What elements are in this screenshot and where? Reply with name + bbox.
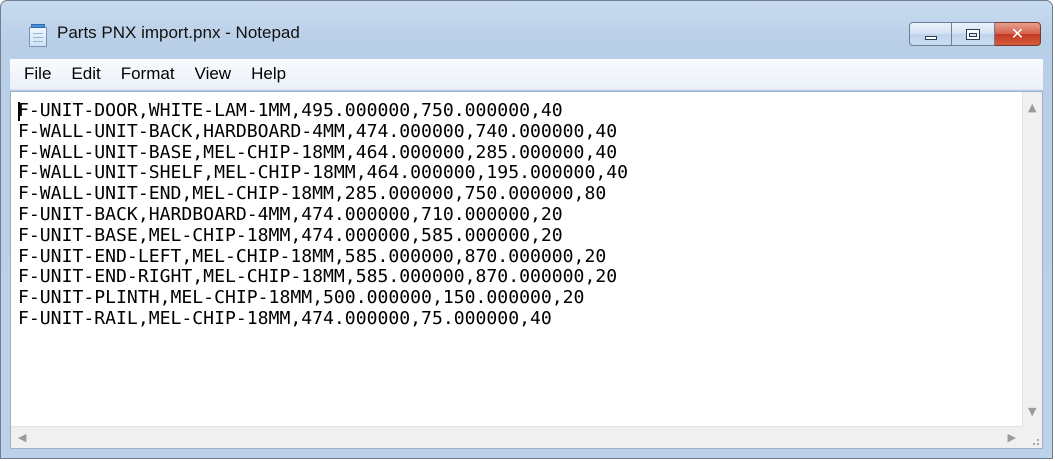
scroll-up-icon[interactable]: ▲	[1028, 102, 1036, 113]
text-line: F-WALL-UNIT-END,MEL-CHIP-18MM,285.000000…	[18, 183, 607, 205]
text-line: F-WALL-UNIT-BACK,HARDBOARD-4MM,474.00000…	[18, 120, 618, 142]
menu-file[interactable]: File	[14, 64, 61, 84]
scroll-down-icon[interactable]: ▼	[1028, 406, 1036, 417]
window-title: Parts PNX import.pnx - Notepad	[57, 23, 300, 42]
menu-help[interactable]: Help	[241, 64, 296, 84]
resize-grip-icon[interactable]	[1023, 427, 1042, 448]
text-line: F-UNIT-PLINTH,MEL-CHIP-18MM,500.000000,1…	[18, 287, 585, 309]
text-content[interactable]: F-UNIT-DOOR,WHITE-LAM-1MM,495.000000,750…	[18, 101, 1014, 420]
close-icon: ✕	[1010, 24, 1025, 43]
vertical-scrollbar[interactable]: ▲ ▼	[1022, 92, 1042, 427]
text-line: F-WALL-UNIT-BASE,MEL-CHIP-18MM,464.00000…	[18, 141, 618, 163]
scroll-left-icon[interactable]: ◀	[18, 432, 26, 443]
minimize-icon	[925, 36, 937, 40]
text-line: F-UNIT-END-LEFT,MEL-CHIP-18MM,585.000000…	[18, 245, 607, 267]
text-line: F-WALL-UNIT-SHELF,MEL-CHIP-18MM,464.0000…	[18, 162, 629, 184]
menu-bar: File Edit Format View Help	[10, 59, 1043, 90]
text-line: F-UNIT-BACK,HARDBOARD-4MM,474.000000,710…	[18, 203, 563, 225]
notepad-icon[interactable]	[29, 24, 47, 47]
text-line-content: F-UNIT-DOOR,WHITE-LAM-1MM,495.000000,750…	[18, 101, 563, 121]
minimize-button[interactable]	[909, 22, 952, 46]
text-editor[interactable]: F-UNIT-DOOR,WHITE-LAM-1MM,495.000000,750…	[10, 91, 1043, 449]
text-line: F-UNIT-BASE,MEL-CHIP-18MM,474.000000,585…	[18, 224, 563, 246]
scroll-right-icon[interactable]: ▶	[1008, 432, 1016, 443]
menu-edit[interactable]: Edit	[61, 64, 110, 84]
text-line: F-UNIT-END-RIGHT,MEL-CHIP-18MM,585.00000…	[18, 266, 618, 288]
title-bar[interactable]: Parts PNX import.pnx - Notepad ✕	[1, 1, 1052, 59]
close-button[interactable]: ✕	[995, 22, 1041, 46]
caption-buttons: ✕	[909, 22, 1041, 46]
menu-view[interactable]: View	[185, 64, 242, 84]
text-line: F-UNIT-DOOR,WHITE-LAM-1MM,495.000000,750…	[18, 101, 1014, 122]
menu-format[interactable]: Format	[111, 64, 185, 84]
horizontal-scrollbar[interactable]: ◀ ▶	[11, 426, 1023, 448]
maximize-button[interactable]	[952, 22, 995, 46]
text-caret	[18, 102, 20, 121]
notepad-window: Parts PNX import.pnx - Notepad ✕ File Ed…	[0, 0, 1053, 459]
maximize-icon	[966, 29, 980, 40]
text-line: F-UNIT-RAIL,MEL-CHIP-18MM,474.000000,75.…	[18, 307, 552, 329]
